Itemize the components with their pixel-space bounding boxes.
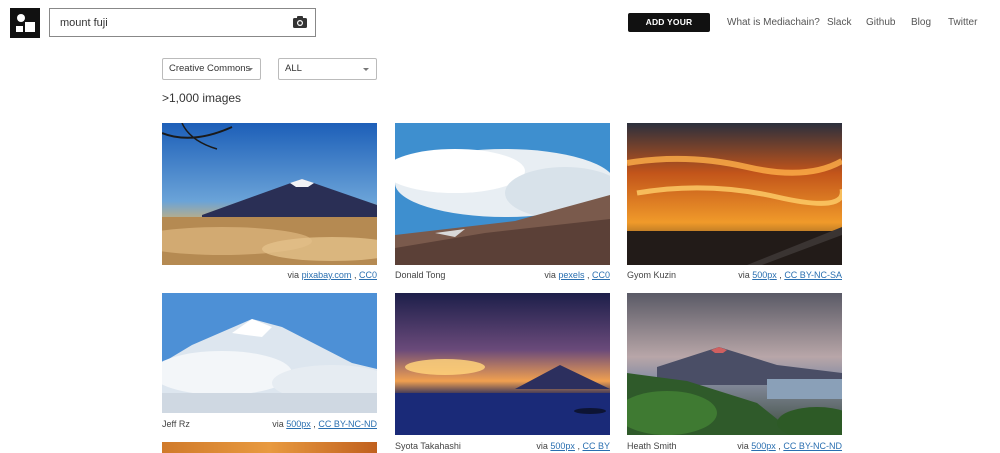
license-filter-select[interactable]: Creative Commons <box>162 58 261 80</box>
image-thumbnail[interactable] <box>627 123 842 265</box>
image-thumbnail[interactable] <box>627 293 842 435</box>
image-credit: via 500px , CC BY-NC-ND <box>737 441 842 451</box>
via-label: via <box>272 419 284 429</box>
logo-mark-block <box>16 26 23 32</box>
credit-separator: , <box>353 270 357 280</box>
credit-separator: , <box>577 441 580 451</box>
nav-link-slack[interactable]: Slack <box>827 17 851 28</box>
image-thumbnail[interactable] <box>162 293 377 413</box>
image-source-link[interactable]: 500px <box>751 441 776 451</box>
image-source-link[interactable]: 500px <box>286 419 311 429</box>
image-sunrise-sea <box>395 293 610 435</box>
camera-icon[interactable] <box>293 16 307 28</box>
credit-separator: , <box>779 270 782 280</box>
image-credit: via 500px , CC BY-NC-ND <box>272 419 377 429</box>
image-credit: via 500px , CC BY <box>536 441 610 451</box>
nav-link-what-is-mediachain[interactable]: What is Mediachain? <box>727 17 820 28</box>
image-fuji-forest <box>627 293 842 435</box>
image-license-link[interactable]: CC BY-NC-ND <box>318 419 377 429</box>
image-author: Donald Tong <box>395 270 446 280</box>
via-label: via <box>536 441 548 451</box>
nav-link-blog[interactable]: Blog <box>911 17 931 28</box>
via-label: via <box>737 441 749 451</box>
image-thumbnail[interactable] <box>162 442 377 453</box>
image-license-link[interactable]: CC BY-NC-SA <box>784 270 842 280</box>
image-license-link[interactable]: CC0 <box>592 270 610 280</box>
license-filter-value: Creative Commons <box>169 63 251 74</box>
image-thumbnail[interactable] <box>395 293 610 435</box>
results-count: >1,000 images <box>162 91 242 105</box>
chevron-down-icon <box>247 68 253 71</box>
image-author: Gyom Kuzin <box>627 270 677 280</box>
image-snowy-peak <box>162 293 377 413</box>
search-box <box>49 8 316 37</box>
image-orange-sunset <box>627 123 842 265</box>
image-license-link[interactable]: CC BY-NC-ND <box>783 441 842 451</box>
image-credit: via pixabay.com , CC0 <box>288 270 377 280</box>
nav-link-twitter[interactable]: Twitter <box>948 17 977 28</box>
credit-separator: , <box>778 441 781 451</box>
image-author: Jeff Rz <box>162 419 190 429</box>
image-thumbnail[interactable] <box>162 123 377 265</box>
via-label: via <box>287 270 300 280</box>
image-author: Heath Smith <box>627 441 677 451</box>
image-source-link[interactable]: pixabay.com <box>302 270 352 280</box>
image-source-link[interactable]: pexels <box>558 270 584 280</box>
credit-separator: , <box>586 270 590 280</box>
image-source-link[interactable]: 500px <box>550 441 575 451</box>
credit-separator: , <box>313 419 316 429</box>
image-credit: via 500px , CC BY-NC-SA <box>738 270 842 280</box>
via-label: via <box>544 270 556 280</box>
nav-link-github[interactable]: Github <box>866 17 895 28</box>
source-filter-value: ALL <box>285 63 302 74</box>
add-your-images-button[interactable]: ADD YOUR IMAGES <box>628 13 710 46</box>
image-partial-sunset <box>162 442 377 453</box>
image-source-link[interactable]: 500px <box>752 270 777 280</box>
search-input[interactable] <box>60 15 280 31</box>
source-filter-select[interactable]: ALL <box>278 58 377 80</box>
chevron-down-icon <box>363 68 369 71</box>
mediachain-logo[interactable] <box>10 8 40 38</box>
image-cloudy-slope <box>395 123 610 265</box>
image-author: Syota Takahashi <box>395 441 461 451</box>
logo-mark-square <box>25 22 35 32</box>
image-license-link[interactable]: CC BY <box>582 441 610 451</box>
via-label: via <box>738 270 750 280</box>
logo-mark-dot <box>17 14 25 22</box>
image-fuji-blue-sky <box>162 123 377 265</box>
image-credit: via pexels , CC0 <box>544 270 610 280</box>
image-license-link[interactable]: CC0 <box>359 270 377 280</box>
image-thumbnail[interactable] <box>395 123 610 265</box>
